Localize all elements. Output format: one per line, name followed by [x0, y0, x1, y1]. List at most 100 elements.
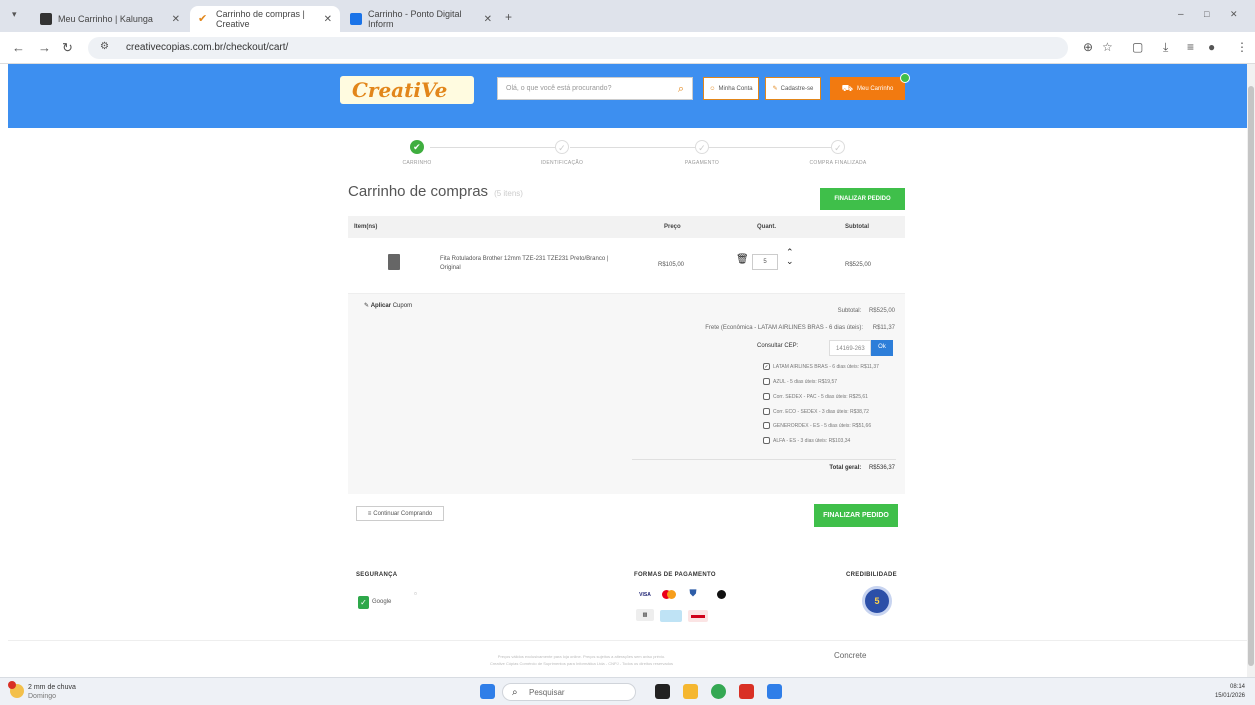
safe-browsing-badge[interactable]: ✓ Google — [358, 593, 406, 611]
radio-icon[interactable] — [763, 378, 770, 385]
tab-title: Carrinho - Ponto Digital Inform — [368, 9, 462, 29]
profile-avatar-icon[interactable]: ● — [1208, 40, 1215, 54]
windows-start-icon[interactable] — [480, 684, 495, 699]
register-button[interactable]: ✎ Cadastre-se — [765, 77, 821, 100]
cep-ok-button[interactable]: Ok — [871, 340, 893, 356]
radio-selected-icon[interactable]: ✓ — [763, 363, 770, 370]
page-scrollbar[interactable] — [1247, 64, 1255, 677]
radio-icon[interactable] — [763, 422, 770, 429]
scrollbar-thumb[interactable] — [1248, 86, 1254, 666]
shipping-option-label: Corr. SEDEX - PAC - 5 dias úteis: R$25,6… — [773, 393, 868, 400]
shipping-value: R$11,37 — [872, 325, 895, 331]
footer-credibility-heading: CREDIBILIDADE — [846, 572, 897, 578]
shipping-option[interactable]: AZUL - 5 dias úteis: R$19,57 — [763, 378, 837, 385]
minimize-icon[interactable]: – — [1178, 9, 1184, 20]
close-icon[interactable]: ✕ — [172, 14, 180, 25]
taskbar: 2 mm de chuva Domingo ⌕ Pesquisar 08:14 … — [0, 677, 1255, 705]
back-icon[interactable]: ← — [12, 40, 25, 55]
reload-icon[interactable]: ↻ — [62, 40, 73, 56]
shipping-option[interactable]: GENERORDEX - ES - 5 dias úteis: R$51,66 — [763, 422, 871, 429]
finalize-order-button-bottom[interactable]: FINALIZAR PEDIDO — [814, 504, 898, 527]
radio-icon[interactable] — [763, 393, 770, 400]
step-finished: ✓ COMPRA FINALIZADA — [768, 140, 908, 166]
radio-icon[interactable] — [763, 408, 770, 415]
site-info-icon[interactable]: ⚙ — [100, 41, 109, 52]
page-title-text: Carrinho de compras — [348, 183, 489, 200]
reading-list-icon[interactable]: ≡ — [1187, 40, 1194, 54]
my-cart-button[interactable]: ⛟ Meu Carrinho — [830, 77, 905, 100]
clock-time: 08:14 — [1229, 684, 1245, 690]
radio-icon[interactable] — [763, 437, 770, 444]
finalize-order-button-top[interactable]: FINALIZAR PEDIDO — [820, 188, 905, 210]
chevron-down-icon[interactable]: ⌄ — [786, 257, 794, 266]
extensions-icon[interactable]: ▢ — [1132, 40, 1143, 54]
chrome-icon[interactable] — [711, 684, 726, 699]
search-icon[interactable]: ⌕ — [678, 83, 684, 96]
quantity-input[interactable]: 5 — [752, 254, 778, 270]
taskbar-search-placeholder: Pesquisar — [529, 688, 565, 697]
shipping-option[interactable]: Corr. SEDEX - PAC - 5 dias úteis: R$25,6… — [763, 393, 868, 400]
broken-image-icon: ▫ — [414, 589, 417, 598]
shipping-option[interactable]: ALFA - ES - 3 dias úteis: R$103,34 — [763, 437, 850, 444]
coupon-text: Cupom — [392, 303, 413, 309]
tab-ponto-digital[interactable]: Carrinho - Ponto Digital Inform ✕ — [342, 6, 500, 32]
footer-security-heading: SEGURANÇA — [356, 572, 398, 578]
new-tab-icon[interactable]: + — [505, 10, 512, 24]
maximize-icon[interactable]: □ — [1204, 9, 1209, 19]
user-icon: ☺ — [709, 85, 716, 92]
shipping-option-label: ALFA - ES - 3 dias úteis: R$103,34 — [773, 437, 851, 444]
footer-note: Creative Cópias Comércio de Suprimentos … — [489, 661, 674, 666]
column-price: Preço — [664, 224, 681, 230]
product-name[interactable]: Fita Rotuladora Brother 12mm TZE-231 TZE… — [440, 255, 630, 273]
file-explorer-icon[interactable] — [683, 684, 698, 699]
site-logo[interactable]: CreatiVe — [340, 76, 474, 104]
taskbar-search-input[interactable]: ⌕ Pesquisar — [502, 683, 636, 701]
finalize-label: FINALIZAR PEDIDO — [834, 196, 891, 202]
close-icon[interactable]: ✕ — [484, 14, 492, 25]
forward-icon[interactable]: → — [38, 40, 51, 55]
shipping-option[interactable]: ✓ LATAM AIRLINES BRAS - 6 dias úteis: R$… — [763, 363, 879, 370]
tab-creative[interactable]: ✔ Carrinho de compras | Creative ✕ — [190, 6, 340, 32]
ponto-digital-favicon-icon — [350, 13, 362, 25]
shipping-option-label: AZUL - 5 dias úteis: R$19,57 — [773, 378, 838, 385]
weather-widget[interactable]: 2 mm de chuva Domingo — [28, 683, 76, 701]
task-view-icon[interactable] — [655, 684, 670, 699]
column-qty: Quant. — [757, 224, 776, 230]
calculator-icon[interactable] — [767, 684, 782, 699]
cep-input[interactable]: 14169-263 — [829, 340, 871, 356]
cart-icon: ⛟ — [841, 82, 853, 93]
product-thumbnail[interactable] — [388, 254, 400, 270]
card-brand-circle — [716, 589, 726, 599]
window-close-icon[interactable]: ✕ — [1230, 9, 1238, 20]
close-icon[interactable]: ✕ — [324, 14, 332, 25]
item-price: R$105,00 — [658, 262, 685, 268]
quantity-stepper[interactable]: ⌃ ⌄ — [786, 248, 794, 266]
item-subtotal: R$525,00 — [845, 262, 872, 268]
credibility-seal-icon[interactable]: 5 — [862, 586, 892, 616]
shipping-option[interactable]: Corr. ECO - SEDEX - 3 dias úteis: R$38,7… — [763, 408, 869, 415]
tab-kalunga[interactable]: Meu Carrinho | Kalunga ✕ — [32, 6, 188, 32]
acrobat-icon[interactable] — [739, 684, 754, 699]
hipercard-icon — [688, 610, 708, 622]
cart-table-header: Item(ns) Preço Quant. Subtotal — [348, 216, 905, 238]
weather-icon[interactable] — [8, 681, 24, 698]
system-clock[interactable]: 08:14 15/01/2026 — [1215, 683, 1245, 701]
footer-divider — [8, 640, 1247, 641]
product-search-input[interactable]: Olá, o que você está procurando? ⌕ — [497, 77, 693, 100]
url-field[interactable]: ⚙ creativecopias.com.br/checkout/cart/ — [88, 37, 1068, 59]
developer-logo[interactable]: Concrete — [834, 651, 866, 660]
trash-icon[interactable]: 🗑 — [736, 254, 749, 265]
address-bar: ← → ↻ ⚙ creativecopias.com.br/checkout/c… — [0, 32, 1255, 64]
my-account-button[interactable]: ☺ Minha Conta — [703, 77, 759, 100]
tab-search-icon[interactable]: ▾ — [12, 9, 17, 20]
zoom-icon[interactable]: ⊕ — [1083, 40, 1093, 54]
finalize-label: FINALIZAR PEDIDO — [823, 512, 889, 519]
bookmark-star-icon[interactable]: ☆ — [1102, 40, 1113, 54]
list-icon: ≡ — [367, 510, 372, 517]
apply-coupon-link[interactable]: ✎ Aplicar Cupom — [364, 302, 412, 309]
continue-shopping-button[interactable]: ≡ Continuar Comprando — [356, 506, 444, 521]
shipping-option-label: GENERORDEX - ES - 5 dias úteis: R$51,66 — [773, 422, 872, 429]
menu-icon[interactable]: ⋮ — [1236, 40, 1248, 54]
download-icon[interactable]: ⤓ — [1163, 40, 1168, 55]
my-account-label: Minha Conta — [718, 85, 753, 92]
